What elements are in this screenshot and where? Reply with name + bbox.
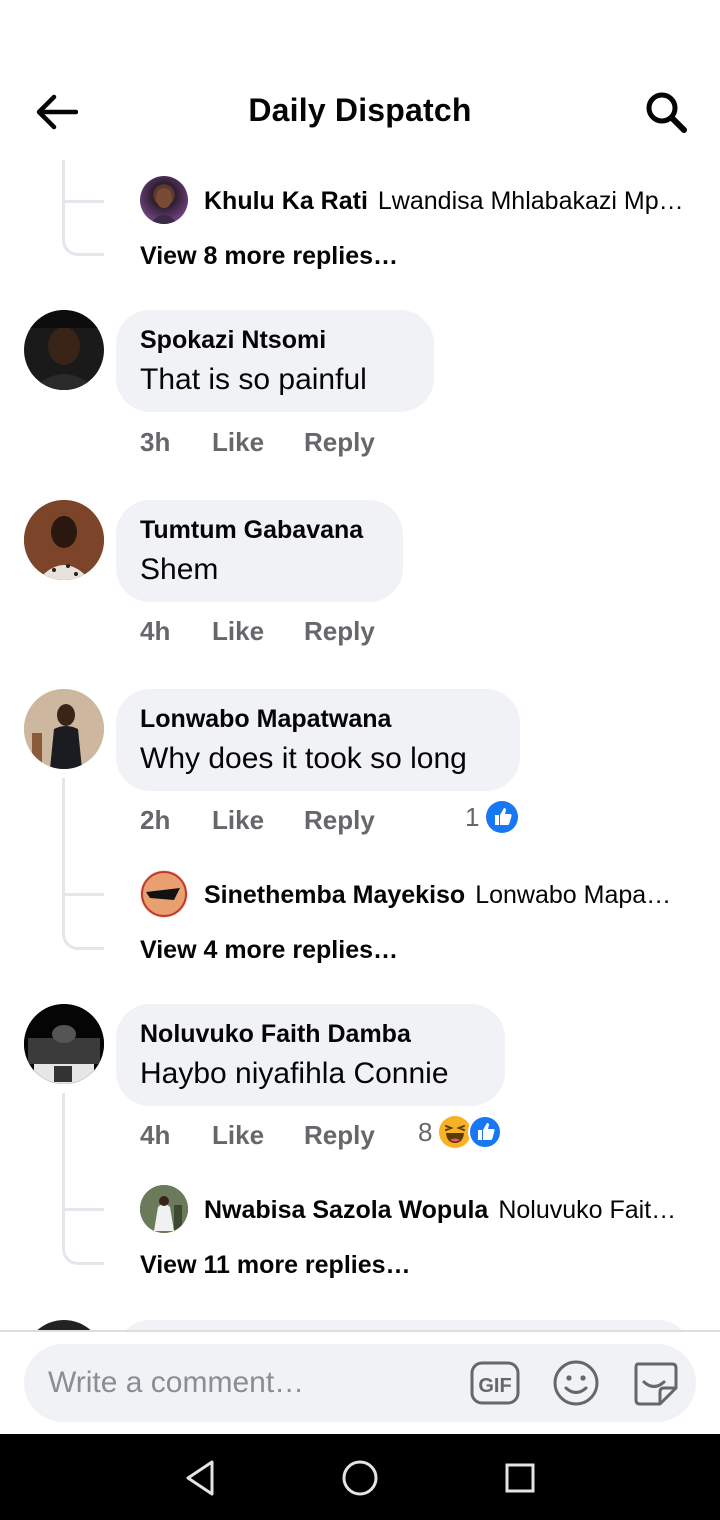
avatar[interactable] <box>24 310 104 390</box>
sticker-button[interactable] <box>630 1358 680 1408</box>
avatar[interactable] <box>24 1320 104 1330</box>
gif-label: GIF <box>478 1375 511 1397</box>
view-more-replies[interactable]: View 4 more replies… <box>140 936 398 965</box>
reaction-count: 8 <box>418 1116 433 1147</box>
avatar[interactable] <box>24 689 104 769</box>
reply-button[interactable]: Reply <box>304 427 375 458</box>
smiley-icon <box>553 1360 599 1406</box>
nav-home-button[interactable] <box>336 1454 384 1502</box>
avatar[interactable] <box>24 1004 104 1084</box>
thread-connector <box>64 1208 104 1211</box>
comment-bubble[interactable] <box>116 1320 692 1330</box>
reaction-summary[interactable]: 8 <box>418 1115 503 1149</box>
system-nav-bar <box>0 1434 720 1520</box>
comment-bubble[interactable]: Tumtum Gabavana Shem <box>116 500 403 602</box>
comment-time: 4h <box>140 615 171 646</box>
comment-time: 2h <box>140 804 171 835</box>
thread-connector <box>64 893 104 896</box>
comment-actions: 3h Like Reply <box>140 424 375 460</box>
reply-preview[interactable]: Khulu Ka Rati Lwandisa Mhlabakazi Mp… <box>140 176 700 226</box>
comment-author[interactable]: Lonwabo Mapatwana <box>140 703 496 735</box>
app-header: Daily Dispatch <box>0 0 720 160</box>
comment-author[interactable]: Noluvuko Faith Damba <box>140 1018 481 1050</box>
like-reaction-icon <box>486 801 519 833</box>
comment-text: Why does it took so long <box>140 742 467 775</box>
sticker-icon <box>634 1362 678 1406</box>
like-button[interactable]: Like <box>212 616 304 647</box>
reply-button[interactable]: Reply <box>304 616 375 647</box>
reply-text: Lwandisa Mhlabakazi Mp… <box>377 186 684 215</box>
search-button[interactable] <box>640 86 692 138</box>
reply-button[interactable]: Reply <box>304 805 375 836</box>
emoji-button[interactable] <box>551 1358 601 1408</box>
comment-text: That is so painful <box>140 363 367 396</box>
comment-time: 4h <box>140 1119 171 1150</box>
reaction-count: 1 <box>465 801 480 832</box>
avatar[interactable] <box>140 870 188 918</box>
thread-connector <box>64 200 104 203</box>
comment-actions: 4h Like Reply <box>140 613 375 649</box>
comment-composer: GIF <box>0 1330 720 1434</box>
haha-reaction-icon <box>439 1116 472 1148</box>
avatar[interactable] <box>140 176 188 224</box>
square-recents-icon <box>505 1463 535 1493</box>
thread-connector <box>62 1093 104 1265</box>
reply-author[interactable]: Nwabisa Sazola Wopula <box>204 1196 488 1225</box>
comment-bubble[interactable]: Noluvuko Faith Damba Haybo niyafihla Con… <box>116 1004 505 1106</box>
reply-button[interactable]: Reply <box>304 1120 375 1151</box>
comment-author[interactable]: Tumtum Gabavana <box>140 514 379 546</box>
reply-author[interactable]: Khulu Ka Rati <box>204 187 368 216</box>
comment-author[interactable]: Spokazi Ntsomi <box>140 324 410 356</box>
thread-connector <box>62 778 104 950</box>
comment-bubble[interactable]: Spokazi Ntsomi That is so painful <box>116 310 434 412</box>
comment-text: Shem <box>140 553 219 586</box>
nav-recents-button[interactable] <box>496 1454 544 1502</box>
reply-preview[interactable]: Nwabisa Sazola Wopula Noluvuko Fait… <box>140 1185 700 1235</box>
triangle-back-icon <box>186 1460 214 1496</box>
comment-bubble[interactable]: Lonwabo Mapatwana Why does it took so lo… <box>116 689 520 791</box>
like-button[interactable]: Like <box>212 805 304 836</box>
view-more-replies[interactable]: View 11 more replies… <box>140 1251 411 1280</box>
comment-text: Haybo niyafihla Connie <box>140 1057 449 1090</box>
comments-feed[interactable]: Khulu Ka Rati Lwandisa Mhlabakazi Mp… Vi… <box>0 160 720 1330</box>
reply-author[interactable]: Sinethemba Mayekiso <box>204 881 465 910</box>
nav-back-button[interactable] <box>176 1454 224 1502</box>
comment-time: 3h <box>140 426 171 457</box>
avatar[interactable] <box>24 500 104 580</box>
thread-connector <box>62 160 104 256</box>
avatar[interactable] <box>140 1185 188 1233</box>
like-button[interactable]: Like <box>212 427 304 458</box>
circle-home-icon <box>342 1460 378 1496</box>
like-button[interactable]: Like <box>212 1120 304 1151</box>
page-title: Daily Dispatch <box>248 92 472 128</box>
comment-actions: 4h Like Reply <box>140 1117 375 1153</box>
reply-text: Noluvuko Fait… <box>498 1195 677 1224</box>
reply-text: Lonwabo Mapa… <box>475 880 672 909</box>
like-reaction-icon <box>468 1115 503 1149</box>
view-more-replies[interactable]: View 8 more replies… <box>140 242 398 271</box>
comment-actions: 2h Like Reply <box>140 802 375 838</box>
reply-preview[interactable]: Sinethemba Mayekiso Lonwabo Mapa… <box>140 870 700 920</box>
reaction-summary[interactable]: 1 <box>465 800 519 834</box>
gif-button[interactable]: GIF <box>470 1358 520 1408</box>
search-icon <box>646 92 687 133</box>
gif-icon: GIF <box>470 1361 520 1405</box>
